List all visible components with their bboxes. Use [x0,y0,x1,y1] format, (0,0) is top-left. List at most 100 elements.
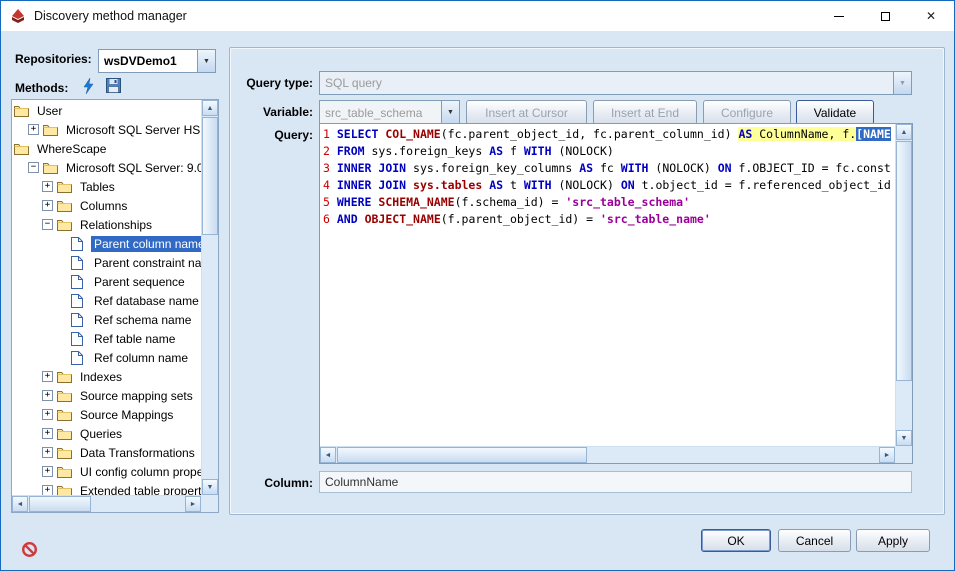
tree-item[interactable]: Parent constraint name [12,253,201,272]
tree-item[interactable]: + Extended table properties [12,481,201,495]
scroll-left-icon[interactable]: ◄ [320,447,336,463]
tree-item-label: Ref schema name [91,312,194,328]
expand-icon[interactable]: + [42,390,53,401]
scroll-down-icon[interactable]: ▼ [202,479,218,495]
validate-button[interactable]: Validate [796,100,874,125]
repositories-value: wsDVDemo1 [99,50,197,72]
collapse-icon[interactable]: − [28,162,39,173]
expand-icon[interactable]: + [42,485,53,495]
tree-item[interactable]: Ref column name [12,348,201,367]
close-button[interactable]: ✕ [908,1,954,31]
tree-item[interactable]: +Columns [12,196,201,215]
tree-item-label: UI config column properties [77,464,201,480]
refresh-methods-button[interactable] [77,76,99,98]
window-title: Discovery method manager [34,9,187,23]
folder-icon [57,427,73,441]
scroll-up-icon[interactable]: ▲ [202,100,218,116]
tree-item-label: Microsoft SQL Server: 9.0 - [63,160,201,176]
combo-arrow-icon[interactable]: ▼ [197,50,215,72]
insert-at-end-button[interactable]: Insert at End [593,100,697,125]
tree-item[interactable]: Parent column name [12,234,201,253]
expand-icon[interactable]: + [42,200,53,211]
line-number: 4 [323,178,337,192]
lightning-icon [82,78,95,97]
variable-combobox[interactable]: src_table_schema ▼ [319,100,460,125]
editor-vscroll-thumb[interactable] [896,141,912,381]
line-number: 6 [323,212,337,226]
tree-item[interactable]: +Source Mappings [12,405,201,424]
scroll-left-icon[interactable]: ◄ [12,496,28,512]
expand-icon[interactable]: + [28,124,39,135]
tree-item[interactable]: +Queries [12,424,201,443]
expand-icon[interactable]: + [42,409,53,420]
folder-icon [57,446,73,460]
variable-value: src_table_schema [320,101,441,124]
tree-item[interactable]: + UI config column properties [12,462,201,481]
tree-item[interactable]: − Microsoft SQL Server: 9.0 - [12,158,201,177]
insert-at-cursor-button[interactable]: Insert at Cursor [466,100,587,125]
query-type-combobox[interactable]: SQL query ▼ [319,71,912,95]
expand-icon[interactable]: + [42,181,53,192]
tree-item[interactable]: +Data Transformations [12,443,201,462]
close-icon: ✕ [926,10,936,22]
sql-editor[interactable]: 1 SELECT COL_NAME(fc.parent_object_id, f… [319,123,913,464]
tree-item-label: Extended table properties [77,483,201,496]
tree-item[interactable]: WhereScape [12,139,201,158]
tree-item[interactable]: +Microsoft SQL Server HS: 9.0 [12,120,201,139]
tree-item[interactable]: +Tables [12,177,201,196]
combo-arrow-icon[interactable]: ▼ [441,101,459,124]
query-label: Query: [237,128,313,142]
tree-item[interactable]: Parent sequence [12,272,201,291]
scroll-right-icon[interactable]: ► [185,496,201,512]
code-line: 5 WHERE SCHEMA_NAME(f.schema_id) = 'src_… [323,194,895,211]
maximize-icon [881,12,890,21]
tree-vscroll-thumb[interactable] [202,117,218,235]
folder-icon [57,465,73,479]
ok-button[interactable]: OK [701,529,771,552]
folder-icon [57,408,73,422]
tree-item[interactable]: −Relationships [12,215,201,234]
minimize-icon [834,16,844,17]
app-icon [10,8,26,24]
folder-icon [14,142,30,156]
configure-button[interactable]: Configure [703,100,791,125]
editor-vertical-scrollbar[interactable]: ▲ ▼ [895,124,912,446]
tree-horizontal-scrollbar[interactable]: ◄ ► [12,495,201,512]
maximize-button[interactable] [862,1,908,31]
scroll-right-icon[interactable]: ► [879,447,895,463]
scroll-down-icon[interactable]: ▼ [896,430,912,446]
tree-item-label: WhereScape [34,141,109,157]
expand-icon[interactable]: + [42,371,53,382]
expand-icon[interactable]: + [42,428,53,439]
expand-icon[interactable]: + [42,466,53,477]
tree-item[interactable]: +Source mapping sets [12,386,201,405]
save-method-button[interactable] [102,76,124,98]
tree-vertical-scrollbar[interactable]: ▲ ▼ [201,100,218,495]
tree-item-label: Ref database name [91,293,201,309]
tree-item-label: Parent sequence [91,274,188,290]
sql-code[interactable]: 1 SELECT COL_NAME(fc.parent_object_id, f… [320,124,895,446]
minimize-button[interactable] [816,1,862,31]
combo-arrow-icon[interactable]: ▼ [893,72,911,94]
column-field[interactable]: ColumnName [319,471,912,493]
cancel-button[interactable]: Cancel [778,529,851,552]
apply-button[interactable]: Apply [856,529,930,552]
editor-horizontal-scrollbar[interactable]: ◄ ► [320,446,895,463]
tree-item[interactable]: + Indexes [12,367,201,386]
variable-label: Variable: [237,105,313,119]
tree-item[interactable]: User [12,101,201,120]
tree-hscroll-thumb[interactable] [29,496,91,512]
editor-hscroll-thumb[interactable] [337,447,587,463]
leaf-icon [71,256,87,270]
tree-item[interactable]: Ref database name [12,291,201,310]
collapse-icon[interactable]: − [42,219,53,230]
tree-item[interactable]: Ref table name [12,329,201,348]
expand-icon[interactable]: + [42,447,53,458]
dialog-window: Discovery method manager ✕ Repositories:… [0,0,955,571]
tree-item-label: Indexes [77,369,125,385]
tree-item-label: Ref table name [91,331,178,347]
repositories-combobox[interactable]: wsDVDemo1 ▼ [98,49,216,73]
scroll-up-icon[interactable]: ▲ [896,124,912,140]
tree-item[interactable]: Ref schema name [12,310,201,329]
code-line: 3 INNER JOIN sys.foreign_key_columns AS … [323,160,895,177]
